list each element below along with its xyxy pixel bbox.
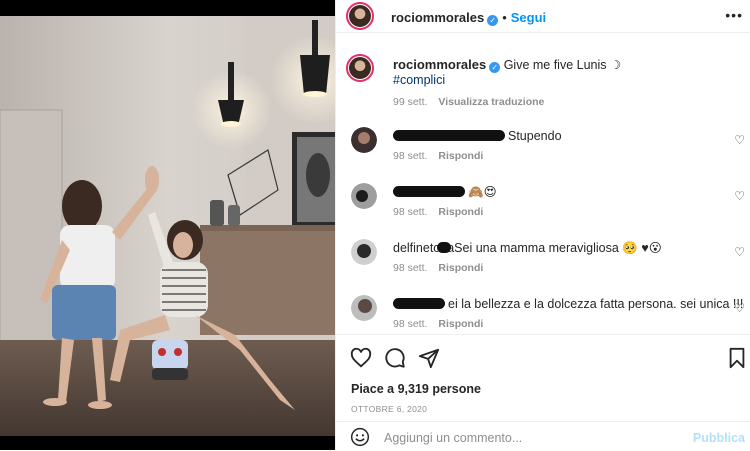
post-side-panel: rociommorales ✓ • Segui ••• rociommorales ✓ …: [335, 0, 750, 450]
comment-text: ei la bellezza e la dolcezza fatta perso…: [448, 297, 744, 311]
share-icon[interactable]: [418, 347, 440, 369]
reply-button[interactable]: Rispondi: [438, 150, 483, 162]
commenter-avatar[interactable]: [351, 183, 377, 209]
verified-icon: ✓: [489, 62, 501, 73]
caption-username[interactable]: rociommorales: [393, 57, 486, 72]
separator-dot: •: [502, 10, 507, 25]
heart-icon[interactable]: [350, 347, 372, 369]
post-image: [0, 0, 335, 450]
comment-like-icon[interactable]: ♡: [734, 189, 745, 203]
caption-age: 99 sett.: [393, 96, 428, 108]
bookmark-icon[interactable]: [726, 347, 748, 369]
post-date: OTTOBRE 6, 2020: [351, 404, 428, 414]
post-photo[interactable]: [0, 0, 335, 450]
commenter-avatar[interactable]: [351, 239, 377, 265]
comment-text: Sei una mamma meravigliosa 🥺 ♥😮: [454, 241, 662, 255]
comment-age: 98 sett.: [393, 262, 428, 274]
comment-icon[interactable]: [384, 347, 406, 369]
hashtag-link[interactable]: #complici: [393, 73, 733, 87]
more-options-icon[interactable]: •••: [725, 7, 743, 23]
add-comment-bar: Aggiungi un commento... Pubblica: [336, 421, 750, 451]
emoji-icon[interactable]: [350, 427, 370, 447]
verified-icon: ✓: [487, 15, 499, 26]
comment-like-icon[interactable]: ♡: [734, 245, 745, 259]
comment-item: Stupendo 98 sett. Rispondi ♡: [336, 127, 750, 177]
post-caption: rociommorales ✓ Give me five Lunis ☽ #com…: [336, 44, 750, 124]
redacted-username: [393, 186, 465, 197]
reply-button[interactable]: Rispondi: [438, 206, 483, 218]
post-header: rociommorales ✓ • Segui •••: [336, 0, 750, 33]
redacted-username: [393, 298, 445, 309]
author-username[interactable]: rociommorales: [391, 10, 484, 25]
follow-button[interactable]: Segui: [511, 10, 546, 25]
reply-button[interactable]: Rispondi: [438, 262, 483, 274]
caption-avatar[interactable]: [346, 54, 374, 82]
comment-text: Stupendo: [508, 129, 562, 143]
commenter-avatar[interactable]: [351, 295, 377, 321]
comment-like-icon[interactable]: ♡: [734, 301, 745, 315]
redacted-username: [393, 130, 505, 141]
comment-age: 98 sett.: [393, 206, 428, 218]
comment-like-icon[interactable]: ♡: [734, 133, 745, 147]
publish-button[interactable]: Pubblica: [693, 431, 745, 445]
translate-link[interactable]: Visualizza traduzione: [438, 96, 544, 108]
post-actions: Piace a 9,319 persone OTTOBRE 6, 2020 Ag…: [336, 334, 750, 450]
comment-text: 🙈😍: [468, 185, 497, 199]
author-avatar[interactable]: [346, 2, 374, 30]
caption-text: Give me five Lunis ☽: [503, 58, 622, 72]
redacted-username: [437, 242, 452, 253]
commenter-avatar[interactable]: [351, 127, 377, 153]
likes-count[interactable]: Piace a 9,319 persone: [351, 382, 481, 396]
comment-age: 98 sett.: [393, 150, 428, 162]
comment-item: delfinetoriaSei una mamma meravigliosa 🥺…: [336, 239, 750, 289]
comment-item: 🙈😍 98 sett. Rispondi ♡: [336, 183, 750, 233]
comment-age: 98 sett.: [393, 318, 428, 330]
comment-input[interactable]: Aggiungi un commento...: [384, 431, 522, 445]
reply-button[interactable]: Rispondi: [438, 318, 483, 330]
